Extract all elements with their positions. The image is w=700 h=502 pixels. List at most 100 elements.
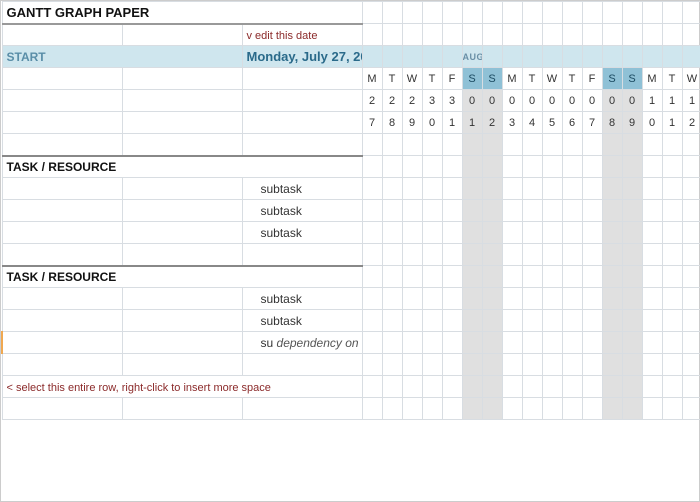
insert-row-hint[interactable]: < select this entire row, right-click to… bbox=[2, 376, 362, 398]
day-cell bbox=[522, 398, 542, 420]
day-cell bbox=[482, 156, 502, 178]
day-cell bbox=[562, 24, 582, 46]
day-cell bbox=[482, 376, 502, 398]
day-letter: S bbox=[462, 68, 482, 90]
day-cell bbox=[422, 354, 442, 376]
day-cell bbox=[562, 222, 582, 244]
day-cell bbox=[642, 156, 662, 178]
day-cell bbox=[462, 354, 482, 376]
start-row-day bbox=[662, 46, 682, 68]
day-cell bbox=[482, 332, 502, 354]
day-cell bbox=[382, 156, 402, 178]
day-cell bbox=[482, 244, 502, 266]
day-num-top: 0 bbox=[462, 90, 482, 112]
day-cell bbox=[462, 376, 482, 398]
day-cell bbox=[662, 398, 682, 420]
day-cell bbox=[662, 134, 682, 156]
day-cell bbox=[502, 354, 522, 376]
day-cell bbox=[682, 288, 700, 310]
day-num-top: 0 bbox=[562, 90, 582, 112]
day-cell bbox=[662, 200, 682, 222]
day-cell bbox=[642, 266, 662, 288]
subtask-label[interactable]: subtask bbox=[242, 200, 362, 222]
day-cell bbox=[582, 2, 602, 24]
day-letter: S bbox=[602, 68, 622, 90]
day-cell bbox=[482, 354, 502, 376]
day-cell bbox=[582, 134, 602, 156]
start-date[interactable]: Monday, July 27, 2009 bbox=[242, 46, 362, 68]
day-cell bbox=[562, 398, 582, 420]
day-cell bbox=[662, 376, 682, 398]
day-num-bottom: 4 bbox=[522, 112, 542, 134]
day-cell bbox=[682, 354, 700, 376]
gantt-grid: GANTT GRAPH PAPERv edit this dateSTARTMo… bbox=[1, 1, 700, 420]
day-cell bbox=[522, 2, 542, 24]
task-header[interactable]: TASK / RESOURCE bbox=[2, 266, 362, 288]
day-cell bbox=[522, 200, 542, 222]
day-cell bbox=[682, 398, 700, 420]
day-cell bbox=[442, 178, 462, 200]
day-cell bbox=[482, 266, 502, 288]
day-cell bbox=[562, 288, 582, 310]
day-cell bbox=[402, 2, 422, 24]
day-cell bbox=[602, 222, 622, 244]
day-cell bbox=[442, 244, 462, 266]
subtask-label[interactable]: subtask bbox=[242, 288, 362, 310]
day-cell bbox=[402, 156, 422, 178]
day-cell bbox=[362, 244, 382, 266]
gutter bbox=[2, 178, 122, 200]
day-cell bbox=[362, 332, 382, 354]
task-header[interactable]: TASK / RESOURCE bbox=[2, 156, 362, 178]
day-cell bbox=[362, 288, 382, 310]
day-cell bbox=[462, 156, 482, 178]
day-cell bbox=[662, 24, 682, 46]
blank bbox=[242, 112, 362, 134]
day-cell bbox=[562, 200, 582, 222]
day-cell bbox=[602, 354, 622, 376]
subtask-label[interactable]: subtask bbox=[242, 178, 362, 200]
day-cell bbox=[422, 244, 442, 266]
subtask-label[interactable]: subtask bbox=[242, 222, 362, 244]
day-cell bbox=[402, 222, 422, 244]
day-cell bbox=[642, 200, 662, 222]
gutter bbox=[122, 68, 242, 90]
day-cell bbox=[662, 178, 682, 200]
day-cell bbox=[522, 178, 542, 200]
blank bbox=[242, 68, 362, 90]
day-cell bbox=[682, 310, 700, 332]
subtask-label[interactable]: su dependency on Frida-S2 bbox=[242, 332, 362, 354]
day-cell bbox=[522, 24, 542, 46]
day-letter: W bbox=[402, 68, 422, 90]
day-num-bottom: 1 bbox=[462, 112, 482, 134]
gutter bbox=[122, 310, 242, 332]
day-cell bbox=[542, 24, 562, 46]
day-cell bbox=[642, 134, 662, 156]
day-num-bottom: 7 bbox=[362, 112, 382, 134]
day-num-top: 3 bbox=[422, 90, 442, 112]
day-cell bbox=[582, 354, 602, 376]
day-cell bbox=[442, 156, 462, 178]
day-cell bbox=[582, 398, 602, 420]
day-cell bbox=[482, 24, 502, 46]
subtask-label[interactable]: subtask bbox=[242, 310, 362, 332]
day-cell bbox=[442, 222, 462, 244]
day-cell bbox=[582, 156, 602, 178]
day-cell bbox=[642, 332, 662, 354]
day-cell bbox=[382, 2, 402, 24]
start-row-day bbox=[642, 46, 662, 68]
day-num-top: 2 bbox=[402, 90, 422, 112]
day-cell bbox=[622, 266, 642, 288]
edit-date-hint[interactable]: v edit this date bbox=[242, 24, 362, 46]
day-cell bbox=[622, 2, 642, 24]
day-cell bbox=[402, 266, 422, 288]
gutter bbox=[122, 134, 242, 156]
day-cell bbox=[602, 288, 622, 310]
day-num-bottom: 0 bbox=[422, 112, 442, 134]
gutter bbox=[122, 222, 242, 244]
day-num-bottom: 7 bbox=[582, 112, 602, 134]
day-cell bbox=[642, 398, 662, 420]
day-cell bbox=[622, 398, 642, 420]
day-cell bbox=[442, 134, 462, 156]
day-cell bbox=[402, 288, 422, 310]
day-cell bbox=[422, 24, 442, 46]
